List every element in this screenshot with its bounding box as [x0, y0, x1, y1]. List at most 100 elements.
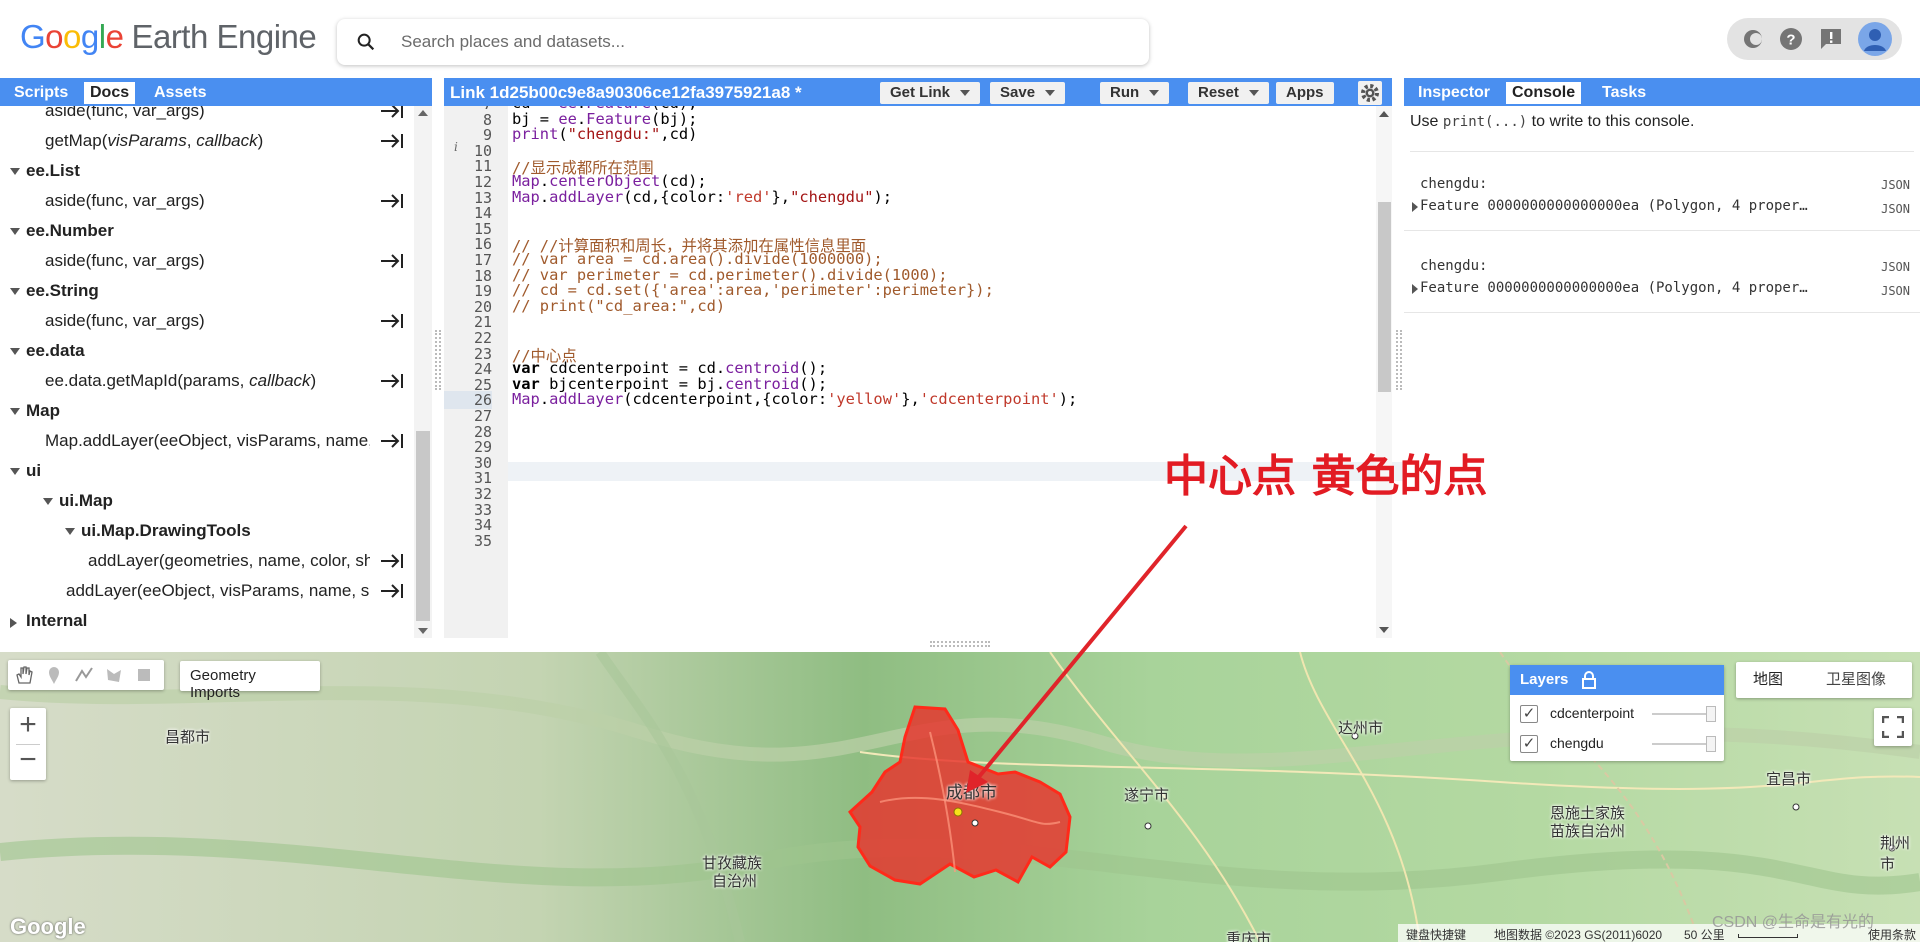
insert-into-code-icon[interactable] [380, 132, 404, 150]
settings-gear-icon[interactable] [1358, 81, 1382, 105]
collapse-arrow-icon[interactable] [65, 528, 75, 535]
editor-scrollbar[interactable] [1376, 106, 1392, 638]
code-editor[interactable]: 7891011121314151617181920212223242526272… [444, 106, 1410, 638]
collapse-arrow-icon[interactable] [10, 468, 20, 475]
save-dropdown-icon[interactable] [1045, 90, 1056, 97]
console-entry-value[interactable]: Feature 0000000000000000ea (Polygon, 4 p… [1420, 280, 1808, 296]
feedback-icon[interactable] [1817, 25, 1845, 53]
tab-assets[interactable]: Assets [148, 82, 212, 104]
docs-method-item[interactable]: Map.addLayer(eeObject, visParams, name, … [0, 426, 414, 456]
docs-category-item[interactable]: Map [0, 396, 414, 426]
get-link-dropdown-icon[interactable] [960, 90, 971, 97]
docs-method-item[interactable]: ee.data.getMapId(params, callback) [0, 366, 414, 396]
lock-icon[interactable] [1580, 670, 1598, 690]
docs-method-item[interactable]: addLayer(eeObject, visParams, name, sh..… [0, 576, 414, 606]
docs-category-item[interactable]: ee.data [0, 336, 414, 366]
layer-opacity-slider[interactable] [1652, 713, 1710, 715]
code-line[interactable]: // print("cd_area:",cd) [512, 297, 725, 315]
insert-into-code-icon[interactable] [380, 372, 404, 390]
map-divider-handle[interactable] [930, 641, 990, 647]
docs-scroll-thumb[interactable] [416, 431, 430, 621]
keyboard-shortcuts-link[interactable]: 键盘快捷键 [1406, 926, 1466, 942]
run-dropdown-icon[interactable] [1149, 90, 1160, 97]
docs-method-item[interactable]: aside(func, var_args) [0, 306, 414, 336]
tab-inspector[interactable]: Inspector [1412, 82, 1496, 104]
get-link-button[interactable]: Get Link [880, 82, 981, 104]
code-line[interactable]: Map.addLayer(cdcenterpoint,{color:'yello… [512, 390, 1077, 408]
code-line[interactable]: print("chengdu:",cd) [512, 125, 697, 143]
rectangle-tool-icon[interactable] [134, 665, 154, 685]
docs-category-item[interactable]: ee.Number [0, 216, 414, 246]
collapse-arrow-icon[interactable] [10, 228, 20, 235]
docs-method-item[interactable]: addLayer(geometries, name, color, sh... [0, 546, 414, 576]
help-icon[interactable]: ? [1777, 25, 1805, 53]
insert-into-code-icon[interactable] [380, 552, 404, 570]
info-icon[interactable]: i [454, 140, 458, 154]
docs-method-item[interactable]: getMap(visParams, callback) [0, 126, 414, 156]
collapse-arrow-icon[interactable] [10, 348, 20, 355]
docs-method-item[interactable]: aside(func, var_args) [0, 186, 414, 216]
docs-category-item[interactable]: ui.Map [0, 486, 414, 516]
layers-header[interactable]: Layers [1510, 665, 1724, 695]
theme-toggle-icon[interactable] [1739, 25, 1767, 53]
docs-category-item[interactable]: ee.String [0, 276, 414, 306]
expand-arrow-icon[interactable] [10, 618, 17, 628]
editor-scroll-thumb[interactable] [1378, 202, 1391, 392]
insert-into-code-icon[interactable] [380, 192, 404, 210]
docs-category-item[interactable]: ee.List [0, 156, 414, 186]
pan-hand-icon[interactable] [14, 665, 34, 685]
docs-scrollbar[interactable] [414, 106, 432, 638]
json-link[interactable]: JSON [1881, 202, 1910, 216]
json-link[interactable]: JSON [1881, 284, 1910, 298]
search-input[interactable]: Search places and datasets... [401, 32, 625, 52]
collapse-arrow-icon[interactable] [10, 168, 20, 175]
geometry-imports-button[interactable]: Geometry Imports [180, 661, 320, 701]
tab-scripts[interactable]: Scripts [8, 82, 74, 104]
map-type-satellite[interactable]: 卫星图像 [1800, 662, 1912, 698]
insert-into-code-icon[interactable] [380, 252, 404, 270]
reset-button[interactable]: Reset [1188, 82, 1269, 104]
left-divider-handle[interactable] [435, 330, 441, 390]
json-link[interactable]: JSON [1881, 178, 1910, 192]
search-box[interactable]: Search places and datasets... [337, 19, 1149, 65]
zoom-in-button[interactable]: + [10, 708, 46, 744]
insert-into-code-icon[interactable] [380, 582, 404, 600]
tab-docs[interactable]: Docs [84, 82, 136, 104]
expand-arrow-icon[interactable] [1412, 284, 1418, 294]
docs-category-item[interactable]: ui [0, 456, 414, 486]
save-button[interactable]: Save [990, 82, 1066, 104]
marker-tool-icon[interactable] [44, 665, 64, 685]
expand-arrow-icon[interactable] [1412, 202, 1418, 212]
insert-into-code-icon[interactable] [380, 312, 404, 330]
collapse-arrow-icon[interactable] [10, 408, 20, 415]
collapse-arrow-icon[interactable] [43, 498, 53, 505]
layer-checkbox[interactable]: ✓ [1520, 705, 1538, 723]
console-entry-value[interactable]: Feature 0000000000000000ea (Polygon, 4 p… [1420, 198, 1808, 214]
terms-link[interactable]: 使用条款 [1868, 926, 1916, 942]
layer-opacity-handle[interactable] [1706, 706, 1716, 722]
insert-into-code-icon[interactable] [380, 106, 404, 120]
docs-method-item[interactable]: aside(func, var_args) [0, 246, 414, 276]
right-divider-handle[interactable] [1396, 330, 1402, 390]
tab-console[interactable]: Console [1506, 82, 1582, 104]
insert-into-code-icon[interactable] [380, 432, 404, 450]
docs-method-item[interactable]: aside(func, var_args) [0, 106, 414, 126]
account-avatar-icon[interactable] [1857, 21, 1893, 57]
fullscreen-button[interactable] [1874, 708, 1912, 746]
line-tool-icon[interactable] [74, 665, 94, 685]
earth-engine-logo[interactable]: Google Earth Engine [20, 18, 317, 56]
map-type-roadmap[interactable]: 地图 [1736, 662, 1800, 698]
zoom-out-button[interactable]: − [10, 744, 46, 780]
run-button[interactable]: Run [1100, 82, 1170, 104]
docs-category-item[interactable]: Internal [0, 606, 414, 636]
json-link[interactable]: JSON [1881, 260, 1910, 274]
apps-button[interactable]: Apps [1276, 82, 1334, 104]
code-line[interactable]: Map.addLayer(cd,{color:'red'},"chengdu")… [512, 188, 892, 206]
polygon-tool-icon[interactable] [104, 665, 124, 685]
docs-category-item[interactable]: ui.Map.DrawingTools [0, 516, 414, 546]
collapse-arrow-icon[interactable] [10, 288, 20, 295]
reset-dropdown-icon[interactable] [1248, 90, 1259, 97]
layer-opacity-slider[interactable] [1652, 743, 1710, 745]
tab-tasks[interactable]: Tasks [1596, 82, 1652, 104]
map-view[interactable]: 昌都市 达州市 成都市 遂宁市 宜昌市 甘孜藏族 自治州 恩施土家族 苗族自治州 荆州市 重庆市 G… [0, 652, 1920, 942]
